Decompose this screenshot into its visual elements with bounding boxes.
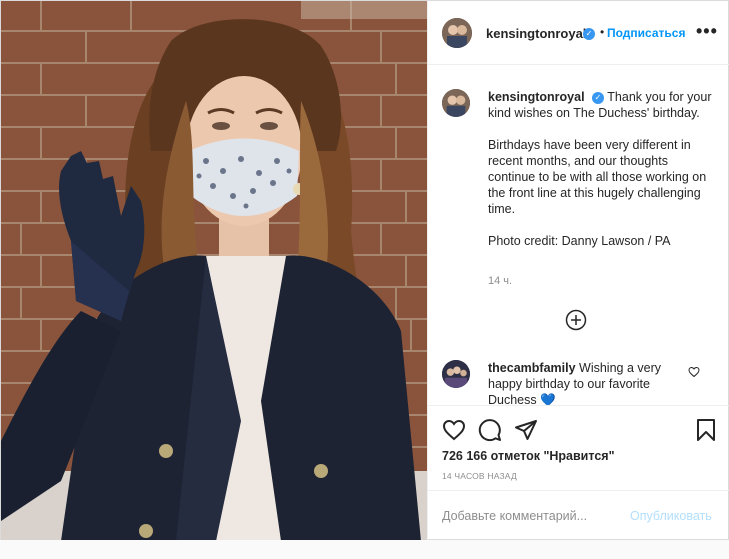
caption-username[interactable]: kensingtonroyal bbox=[488, 90, 585, 104]
likes-count[interactable]: 726 166 отметок "Нравится" bbox=[442, 449, 615, 463]
avatar[interactable] bbox=[442, 18, 472, 48]
comment-text: thecambfamily Wishing a very happy birth… bbox=[488, 360, 684, 405]
more-dots-icon[interactable]: ••• bbox=[696, 21, 718, 42]
plus-circle-icon[interactable] bbox=[565, 309, 587, 331]
caption-line-3: Photo credit: Danny Lawson / PA bbox=[488, 234, 671, 248]
post-card: kensingtonroyal ✓ • Подписаться ••• kens… bbox=[0, 0, 729, 541]
comment-emoji: 💙 bbox=[540, 393, 556, 405]
follow-button[interactable]: Подписаться bbox=[607, 26, 685, 40]
verified-badge-icon: ✓ bbox=[583, 28, 595, 40]
photo-illustration bbox=[1, 1, 427, 541]
header-username[interactable]: kensingtonroyal bbox=[486, 26, 586, 41]
add-comment-bar: Опубликовать bbox=[428, 490, 729, 541]
bookmark-icon[interactable] bbox=[694, 418, 718, 442]
page-background-strip bbox=[0, 540, 729, 559]
caption-line-2: Birthdays have been very different in re… bbox=[488, 138, 707, 216]
comment-avatar[interactable] bbox=[442, 360, 470, 388]
caption-text: kensingtonroyal ✓ Thank you for your kin… bbox=[488, 89, 714, 249]
avatar-image bbox=[442, 360, 470, 388]
post-header: kensingtonroyal ✓ • Подписаться ••• bbox=[428, 1, 729, 65]
posted-time[interactable]: 14 ЧАСОВ НАЗАД bbox=[442, 471, 517, 481]
comments-area[interactable]: kensingtonroyal ✓ Thank you for your kin… bbox=[428, 65, 729, 405]
caption-avatar[interactable] bbox=[442, 89, 470, 117]
publish-button[interactable]: Опубликовать bbox=[630, 509, 712, 523]
avatar-image bbox=[442, 89, 470, 117]
separator-dot: • bbox=[600, 25, 605, 39]
comment-bubble-icon[interactable] bbox=[478, 418, 502, 442]
heart-icon[interactable] bbox=[442, 418, 466, 442]
caption-time[interactable]: 14 ч. bbox=[488, 275, 512, 287]
paper-plane-icon[interactable] bbox=[514, 418, 538, 442]
avatar-image bbox=[442, 18, 472, 48]
post-side-panel: kensingtonroyal ✓ • Подписаться ••• kens… bbox=[427, 1, 729, 541]
verified-badge-icon: ✓ bbox=[592, 92, 605, 104]
post-photo[interactable] bbox=[1, 1, 427, 541]
comment-input[interactable] bbox=[442, 506, 622, 526]
comment-username[interactable]: thecambfamily bbox=[488, 361, 576, 375]
heart-icon[interactable] bbox=[688, 366, 700, 378]
